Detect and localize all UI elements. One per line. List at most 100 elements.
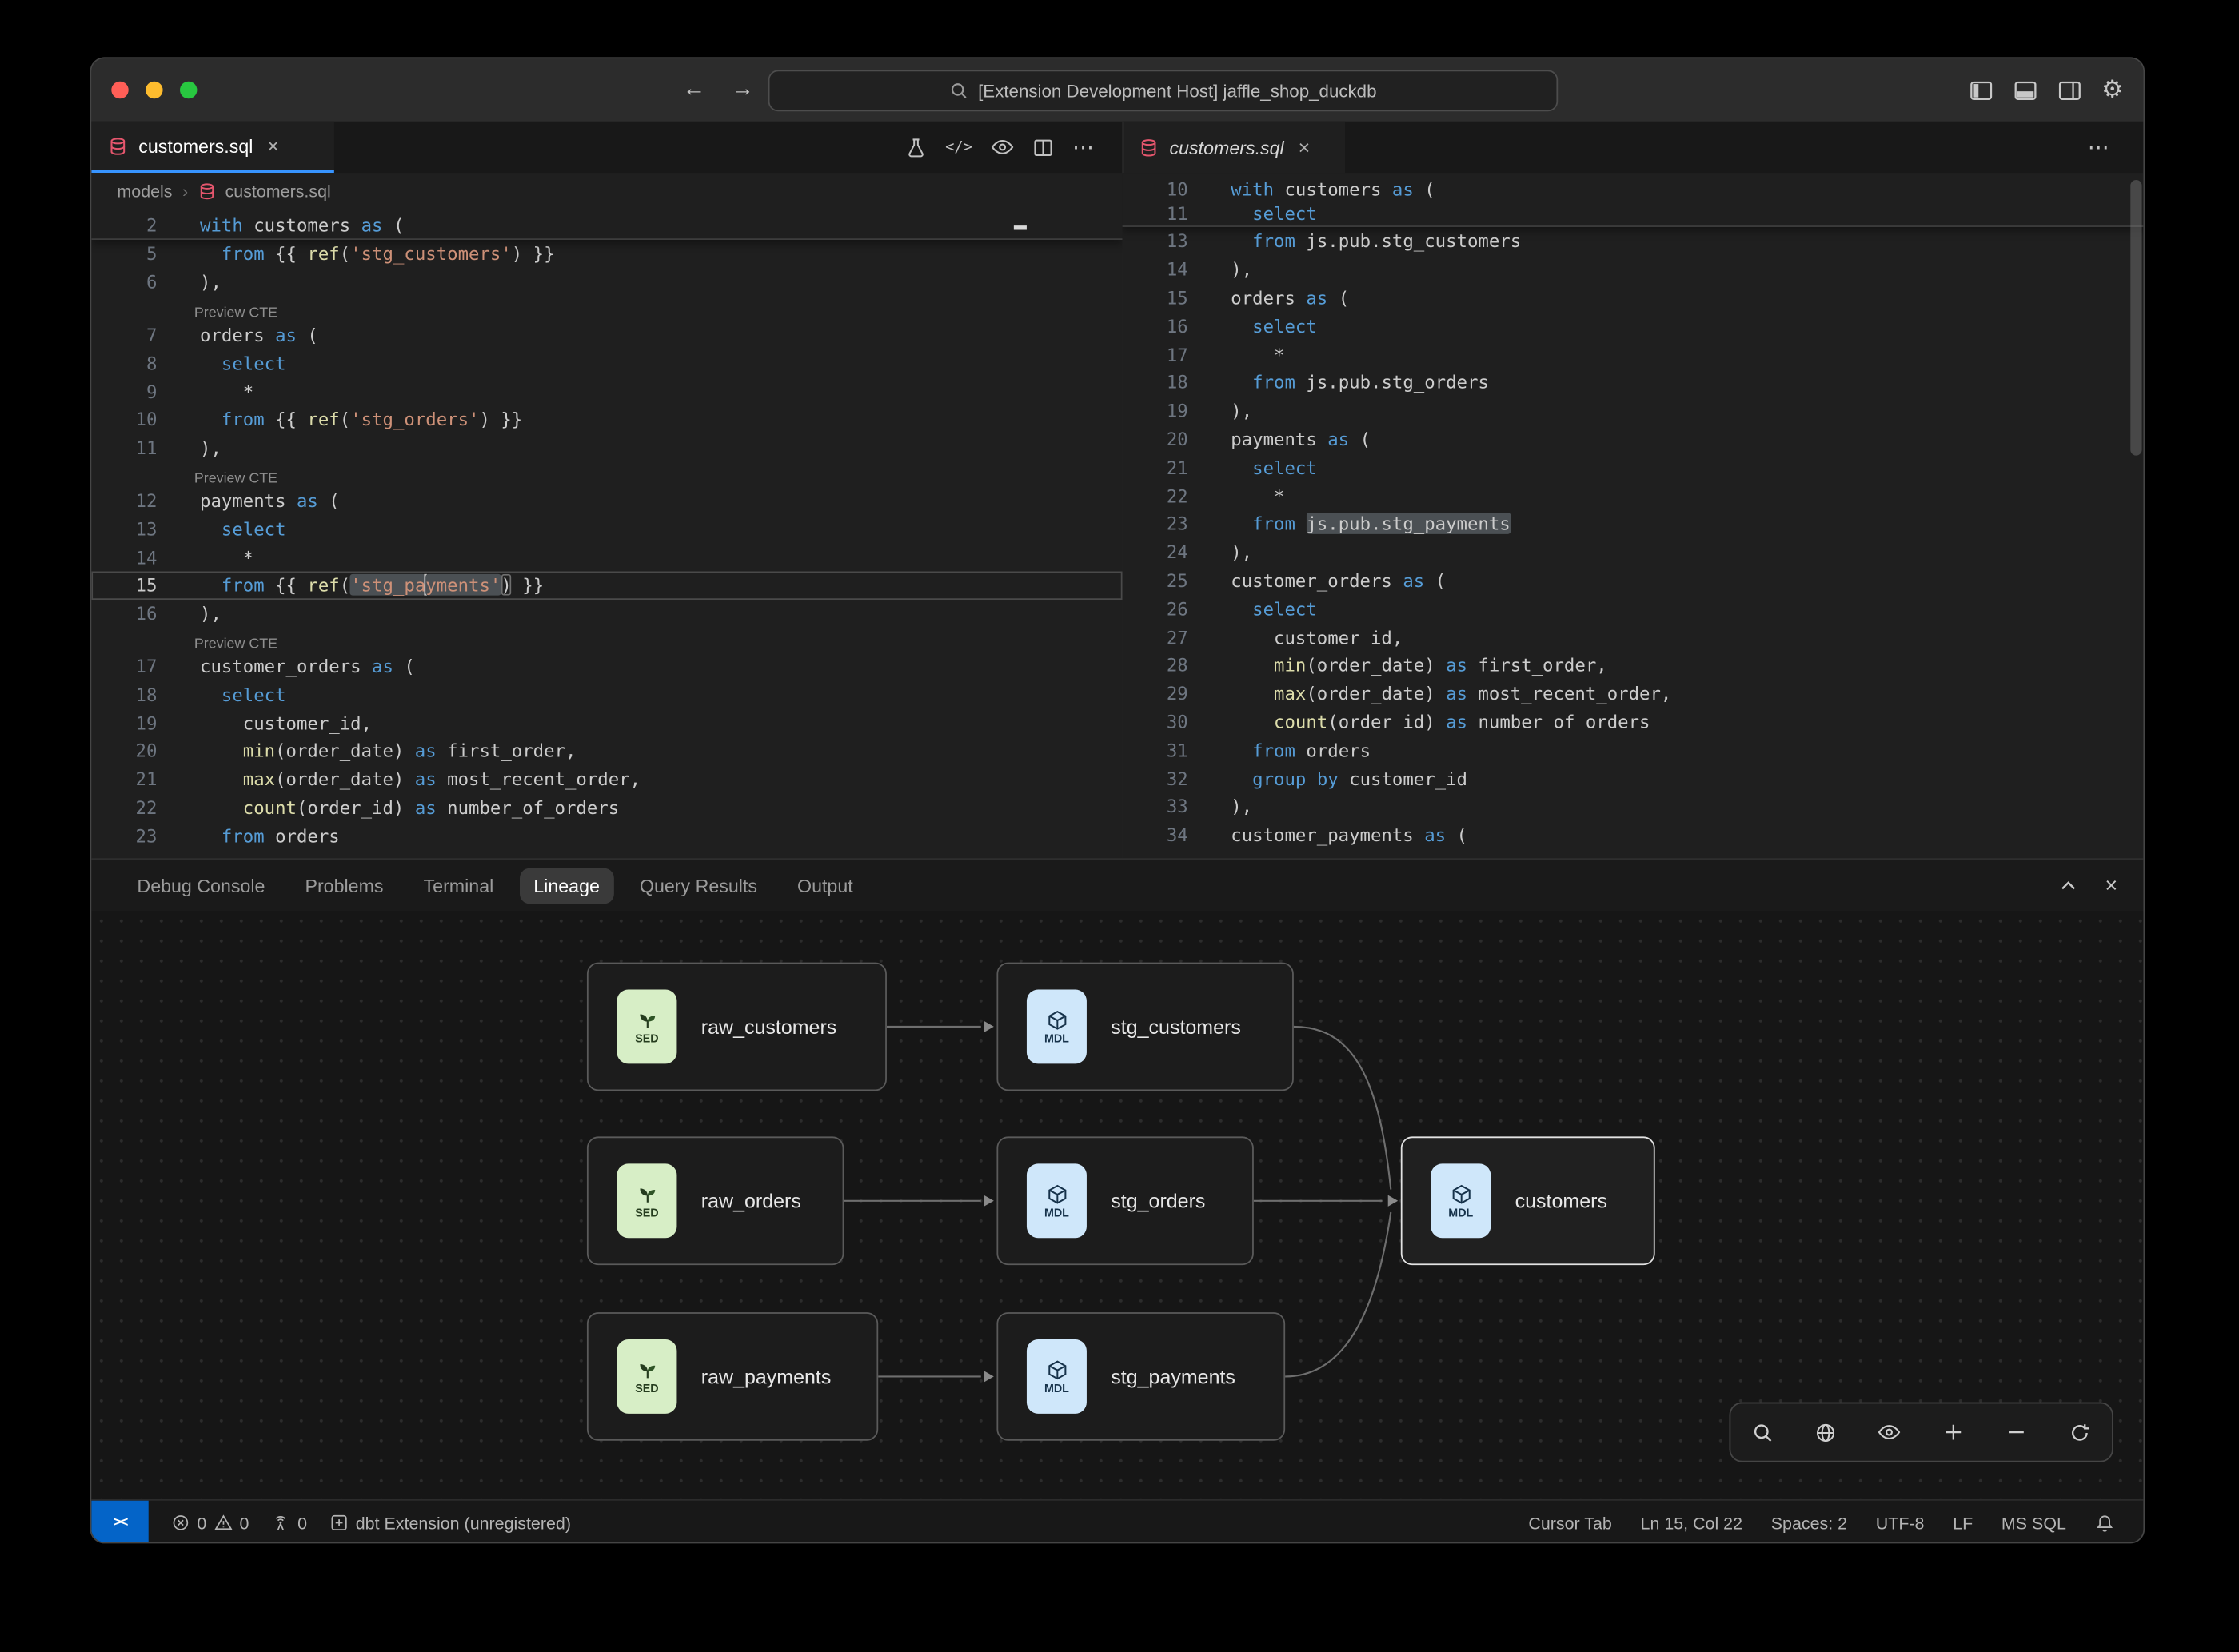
panel-tab-problems[interactable]: Problems <box>291 868 398 904</box>
problems-status[interactable]: 0 0 <box>171 1513 249 1533</box>
code-line-16[interactable]: 16 select <box>1123 312 2145 340</box>
sticky-scroll[interactable]: 10with customers as (11 select <box>1123 173 2145 227</box>
more-actions-icon[interactable]: ⋯ <box>2088 134 2111 160</box>
code-line-13[interactable]: 13 from js.pub.stg_customers <box>1123 227 2145 255</box>
code-line-34[interactable]: 34customer_payments as ( <box>1123 820 2145 848</box>
code-line-20[interactable]: 20 min(order_date) as first_order, <box>91 736 1122 764</box>
code-line-10[interactable]: 10 from {{ ref('stg_orders') }} <box>91 405 1122 433</box>
line-number[interactable]: 32 <box>1123 768 1194 789</box>
remote-indicator[interactable]: >< <box>91 1500 148 1543</box>
code-line-30[interactable]: 30 count(order_id) as number_of_orders <box>1123 708 2145 736</box>
line-number[interactable]: 5 <box>91 243 162 265</box>
lineage-node-raw_orders[interactable]: SEDraw_orders <box>587 1136 844 1265</box>
encoding-status[interactable]: UTF-8 <box>1876 1513 1925 1533</box>
code-line-32[interactable]: 32 group by customer_id <box>1123 764 2145 792</box>
line-number[interactable]: 16 <box>1123 315 1194 337</box>
line-number[interactable]: 22 <box>1123 485 1194 506</box>
code-line-2[interactable]: 2with customers as ( <box>91 209 1122 238</box>
line-number[interactable]: 24 <box>1123 541 1194 563</box>
graph-search-button[interactable] <box>1730 1403 1794 1460</box>
lineage-node-raw_payments[interactable]: SEDraw_payments <box>587 1312 878 1441</box>
editor-source[interactable]: 2with customers as ( 5 from {{ ref('stg_… <box>91 209 1122 858</box>
line-number[interactable]: 10 <box>91 409 162 430</box>
forward-icon[interactable]: → <box>731 77 754 102</box>
editor-compiled-preview[interactable]: 10with customers as (11 select 13 from j… <box>1123 173 2145 858</box>
minimize-window-button[interactable] <box>146 82 162 98</box>
code-line-29[interactable]: 29 max(order_date) as most_recent_order, <box>1123 680 2145 708</box>
line-number[interactable]: 20 <box>1123 429 1194 450</box>
line-number[interactable]: 13 <box>91 518 162 540</box>
command-center-search[interactable]: [Extension Development Host] jaffle_shop… <box>768 70 1558 111</box>
code-line-24[interactable]: 24), <box>1123 538 2145 566</box>
code-line-18[interactable]: 18 select <box>91 680 1122 708</box>
compiled-code-icon[interactable]: </> <box>945 138 972 155</box>
line-number[interactable]: 16 <box>91 603 162 624</box>
code-line-28[interactable]: 28 min(order_date) as first_order, <box>1123 651 2145 679</box>
code-line-33[interactable]: 33), <box>1123 792 2145 820</box>
notifications-bell[interactable] <box>2095 1513 2115 1533</box>
panel-tab-lineage[interactable]: Lineage <box>519 868 613 904</box>
line-number[interactable]: 11 <box>91 437 162 459</box>
line-number[interactable]: 14 <box>91 546 162 568</box>
code-line-14[interactable]: 14), <box>1123 255 2145 283</box>
close-panel-icon[interactable]: × <box>2105 873 2118 897</box>
code-line-5[interactable]: 5 from {{ ref('stg_customers') }} <box>91 240 1122 268</box>
line-number[interactable]: 19 <box>1123 400 1194 421</box>
lineage-node-customers[interactable]: MDLcustomers <box>1401 1136 1655 1265</box>
code-line-22[interactable]: 22 count(order_id) as number_of_orders <box>91 793 1122 821</box>
code-line-16[interactable]: 16), <box>91 600 1122 628</box>
code-line-12[interactable]: 12payments as ( <box>91 486 1122 514</box>
panel-tab-output[interactable]: Output <box>783 868 867 904</box>
line-number[interactable]: 18 <box>91 684 162 705</box>
line-number[interactable]: 23 <box>91 825 162 847</box>
code-line-23[interactable]: 23 from orders <box>91 821 1122 849</box>
ports-status[interactable]: 0 <box>272 1513 307 1533</box>
line-number[interactable]: 15 <box>1123 287 1194 309</box>
lineage-graph[interactable]: SEDraw_customers MDLstg_customers SEDraw_o… <box>91 911 2145 1499</box>
line-number[interactable]: 25 <box>1123 569 1194 591</box>
lineage-node-stg_customers[interactable]: MDLstg_customers <box>996 963 1293 1091</box>
line-number[interactable]: 6 <box>91 272 162 293</box>
code-line-22[interactable]: 22 * <box>1123 481 2145 509</box>
line-number[interactable]: 8 <box>91 353 162 374</box>
code-line-11[interactable]: 11 select <box>1123 202 2145 225</box>
line-number[interactable]: 34 <box>1123 824 1194 846</box>
panel-tab-query-results[interactable]: Query Results <box>625 868 772 904</box>
code-line-9[interactable]: 9 * <box>91 377 1122 405</box>
code-line-15[interactable]: 15 from {{ ref('stg_payments') }} <box>91 571 1122 599</box>
code-line-7[interactable]: 7orders as ( <box>91 321 1122 349</box>
line-number[interactable]: 22 <box>91 796 162 818</box>
tab-customers-sql-left[interactable]: customers.sql × <box>91 122 334 173</box>
line-number[interactable]: 33 <box>1123 796 1194 817</box>
codelens-preview-cte[interactable]: Preview CTE <box>91 628 1122 652</box>
code-line-21[interactable]: 21 max(order_date) as most_recent_order, <box>91 765 1122 793</box>
scrollbar[interactable] <box>2130 180 2141 456</box>
language-mode-status[interactable]: MS SQL <box>2002 1513 2066 1533</box>
code-line-10[interactable]: 10with customers as ( <box>1123 177 2145 201</box>
code-line-19[interactable]: 19), <box>1123 397 2145 425</box>
eol-status[interactable]: LF <box>1953 1513 1973 1533</box>
breadcrumb-file[interactable]: customers.sql <box>225 182 331 202</box>
code-line-31[interactable]: 31 from orders <box>1123 736 2145 764</box>
line-number[interactable]: 23 <box>1123 513 1194 535</box>
graph-refresh-button[interactable] <box>2049 1403 2112 1460</box>
code-line-19[interactable]: 19 customer_id, <box>91 708 1122 736</box>
maximize-window-button[interactable] <box>180 82 197 98</box>
line-number[interactable]: 10 <box>1123 178 1194 200</box>
line-number[interactable]: 7 <box>91 324 162 345</box>
settings-gear-icon[interactable]: ⚙ <box>2101 78 2123 102</box>
cursor-tab-status[interactable]: Cursor Tab <box>1528 1513 1611 1533</box>
dbt-extension-status[interactable]: dbt Extension (unregistered) <box>330 1513 571 1533</box>
line-number[interactable]: 30 <box>1123 711 1194 732</box>
close-tab-icon[interactable]: × <box>1299 136 1311 159</box>
line-number[interactable]: 17 <box>1123 344 1194 365</box>
graph-zoom-out-button[interactable] <box>1985 1403 2048 1460</box>
code-line-18[interactable]: 18 from js.pub.stg_orders <box>1123 369 2145 397</box>
title-bar[interactable]: ← → [Extension Development Host] jaffle_… <box>91 58 2143 122</box>
code-line-17[interactable]: 17 * <box>1123 340 2145 368</box>
toggle-sidebar-icon[interactable] <box>1969 78 1993 102</box>
line-number[interactable]: 9 <box>91 381 162 402</box>
code-line-8[interactable]: 8 select <box>91 349 1122 377</box>
graph-zoom-in-button[interactable] <box>1922 1403 1985 1460</box>
lineage-node-raw_customers[interactable]: SEDraw_customers <box>587 963 887 1091</box>
